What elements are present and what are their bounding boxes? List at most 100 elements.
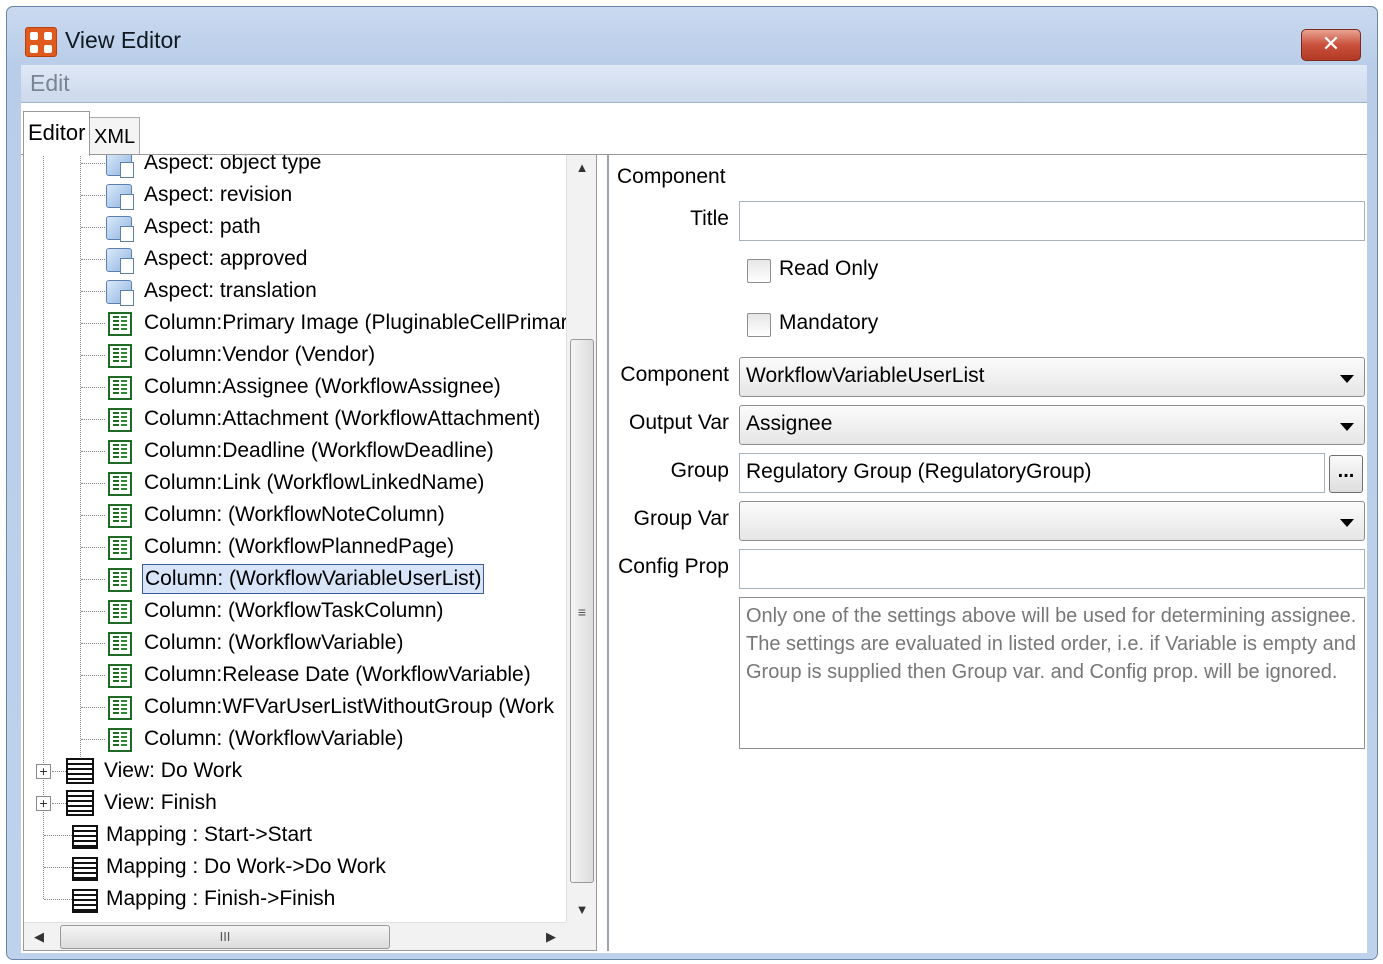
tree-item-label: Mapping : Finish->Finish: [106, 887, 336, 910]
tree-item-column[interactable]: Column:Deadline (WorkflowDeadline): [108, 435, 496, 467]
vertical-scrollbar[interactable]: ▲ ≡ ▼: [566, 155, 596, 923]
component-label: Component: [620, 363, 729, 386]
mandatory-label[interactable]: Mandatory: [779, 311, 878, 335]
tree-item-column[interactable]: Column: (WorkflowTaskColumn): [108, 595, 446, 627]
column-icon: [108, 664, 132, 688]
column-icon: [108, 440, 132, 464]
group-label: Group: [670, 459, 729, 482]
tree-item-label: Aspect: revision: [144, 183, 293, 206]
tree-item-column[interactable]: Column:Assignee (WorkflowAssignee): [108, 371, 503, 403]
scroll-up-arrow-icon[interactable]: ▲: [567, 155, 596, 181]
tree-item-column[interactable]: Column:Attachment (WorkflowAttachment): [108, 403, 542, 435]
output-var-label: Output Var: [629, 411, 729, 434]
tree-item-mapping[interactable]: Mapping : Finish->Finish: [72, 883, 337, 915]
tree-item-label: Column:Release Date (WorkflowVariable): [144, 663, 531, 686]
tree-item-aspect[interactable]: Aspect: translation: [106, 275, 319, 307]
tree-connector: [81, 547, 105, 548]
tree-connector: [81, 227, 105, 228]
tree-panel[interactable]: Aspect: object type Aspect: revision Aspec…: [23, 155, 597, 951]
tree-item-column[interactable]: Column:WFVarUserListWithoutGroup (Work: [108, 691, 556, 723]
config-prop-input[interactable]: [739, 549, 1365, 589]
tree-connector: [44, 867, 72, 868]
tree-item-column[interactable]: Column: (WorkflowVariable): [108, 627, 405, 659]
component-select-value: WorkflowVariableUserList: [746, 364, 985, 387]
mapping-icon: [72, 857, 98, 881]
tree-item-column[interactable]: Column:Vendor (Vendor): [108, 339, 377, 371]
tree-item-label: Column: (WorkflowTaskColumn): [144, 599, 444, 622]
chevron-down-icon: [1340, 519, 1354, 527]
tree-item-column[interactable]: Column: (WorkflowVariableUserList): [108, 563, 485, 595]
view-editor-window: View Editor ✕ Edit Editor XML Aspect: ob…: [6, 6, 1378, 960]
group-var-label: Group Var: [633, 507, 729, 530]
tree-connector: [81, 387, 105, 388]
menu-edit[interactable]: Edit: [30, 70, 70, 97]
tree-item-view[interactable]: View: Finish: [66, 787, 219, 819]
column-icon: [108, 504, 132, 528]
column-icon: [108, 632, 132, 656]
scroll-right-arrow-icon[interactable]: ▶: [536, 924, 566, 950]
horizontal-scroll-thumb[interactable]: III: [60, 925, 390, 949]
title-bar[interactable]: View Editor ✕: [7, 7, 1377, 65]
tree-connector: [81, 355, 105, 356]
section-title: Component: [617, 165, 726, 188]
tree-item-label: Aspect: approved: [144, 247, 308, 270]
group-input[interactable]: Regulatory Group (RegulatoryGroup): [739, 453, 1325, 493]
menu-bar: Edit: [21, 65, 1367, 103]
group-browse-button[interactable]: ...: [1329, 455, 1363, 493]
scroll-down-arrow-icon[interactable]: ▼: [567, 897, 596, 923]
tree-guide-line: [43, 155, 44, 899]
tree-item-column[interactable]: Column:Primary Image (PluginableCellPrim…: [108, 307, 570, 339]
title-label: Title: [690, 207, 729, 230]
read-only-checkbox[interactable]: [747, 259, 771, 283]
output-var-select[interactable]: Assignee: [739, 405, 1365, 445]
pane-splitter[interactable]: [597, 155, 605, 951]
mandatory-checkbox[interactable]: [747, 313, 771, 337]
tree-connector: [81, 611, 105, 612]
close-button[interactable]: ✕: [1301, 29, 1361, 61]
tree-item-label: Column: (WorkflowVariable): [144, 727, 404, 750]
group-var-select[interactable]: [739, 501, 1365, 541]
tree-item-label: Column:Deadline (WorkflowDeadline): [144, 439, 494, 462]
tree-item-column[interactable]: Column: (WorkflowNoteColumn): [108, 499, 447, 531]
expand-toggle[interactable]: +: [36, 764, 51, 779]
column-icon: [108, 568, 132, 592]
column-icon: [108, 344, 132, 368]
vertical-scroll-thumb[interactable]: ≡: [570, 339, 594, 883]
tree-connector: [81, 515, 105, 516]
tree-item-aspect[interactable]: Aspect: revision: [106, 179, 294, 211]
app-icon: [25, 27, 57, 57]
tree-item-label: Column: (WorkflowVariable): [144, 631, 404, 654]
tree-item-column[interactable]: Column: (WorkflowPlannedPage): [108, 531, 456, 563]
column-icon: [108, 600, 132, 624]
tree-connector: [81, 739, 105, 740]
expand-toggle[interactable]: +: [36, 796, 51, 811]
tree-item-aspect[interactable]: Aspect: approved: [106, 243, 309, 275]
tree-connector: [81, 579, 105, 580]
read-only-label[interactable]: Read Only: [779, 257, 878, 281]
tree-item-column[interactable]: Column: (WorkflowVariable): [108, 723, 405, 755]
title-input[interactable]: [739, 201, 1365, 241]
tree-item-mapping[interactable]: Mapping : Start->Start: [72, 819, 314, 851]
client-area: Editor XML Aspect: object type Aspect: re…: [21, 103, 1367, 953]
tree-item-aspect[interactable]: Aspect: path: [106, 211, 263, 243]
component-select[interactable]: WorkflowVariableUserList: [739, 357, 1365, 397]
horizontal-scrollbar[interactable]: ◀ III ▶: [24, 922, 568, 950]
tree-item-view[interactable]: View: Do Work: [66, 755, 244, 787]
tree-connector: [81, 259, 105, 260]
tree-guide-line: [80, 155, 81, 771]
scroll-corner: [566, 922, 596, 950]
tree-item-column[interactable]: Column:Link (WorkflowLinkedName): [108, 467, 486, 499]
scroll-left-arrow-icon[interactable]: ◀: [24, 924, 54, 950]
tree-item-aspect[interactable]: Aspect: object type: [106, 155, 323, 179]
tree-item-label: Column:Attachment (WorkflowAttachment): [144, 407, 541, 430]
tree-item-label: Column:Link (WorkflowLinkedName): [144, 471, 485, 494]
tab-xml[interactable]: XML: [89, 117, 141, 155]
tree-item-mapping[interactable]: Mapping : Do Work->Do Work: [72, 851, 388, 883]
tab-editor[interactable]: Editor: [23, 111, 91, 156]
tree-item-column[interactable]: Column:Release Date (WorkflowVariable): [108, 659, 533, 691]
column-icon: [108, 696, 132, 720]
aspect-cube-icon: [106, 280, 134, 306]
tree-item-label: Aspect: object type: [144, 155, 322, 174]
tree-item-label: Column:Assignee (WorkflowAssignee): [144, 375, 501, 398]
tree-connector: [44, 835, 72, 836]
